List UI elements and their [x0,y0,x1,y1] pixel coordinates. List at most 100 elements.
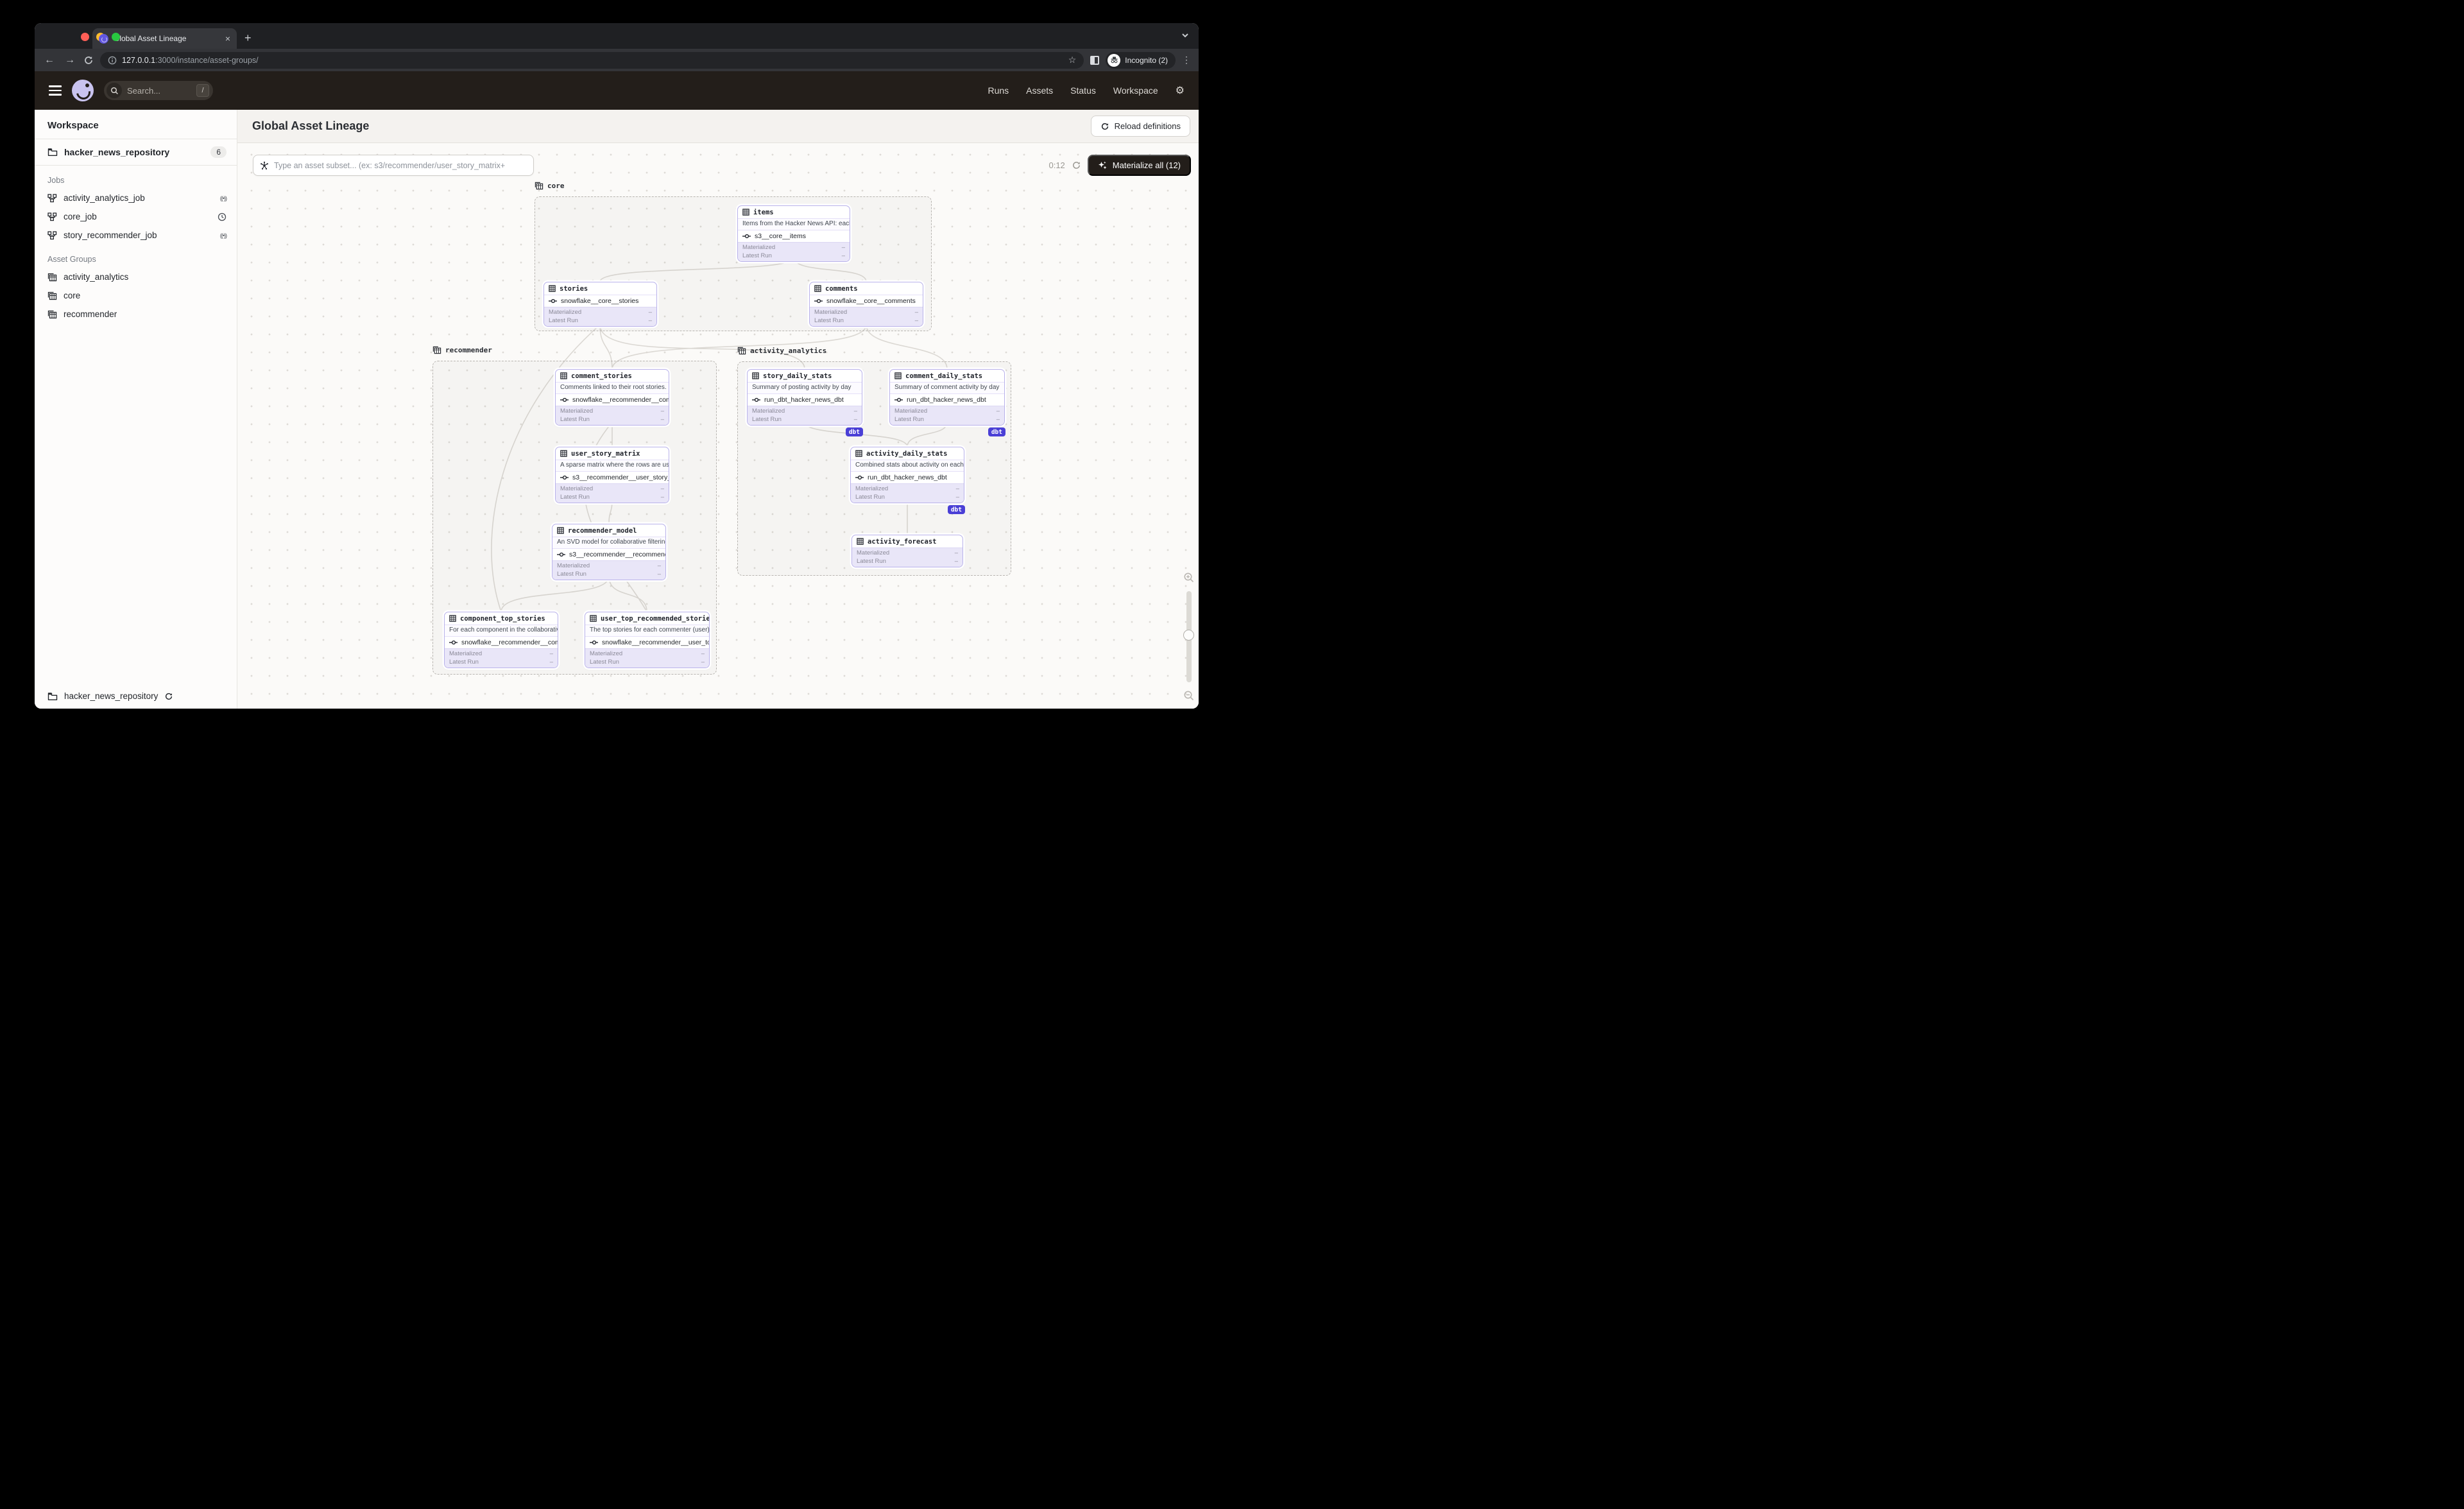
refresh-graph-icon[interactable] [1072,160,1081,170]
zoom-in-icon[interactable] [1183,572,1195,583]
nav-link-workspace[interactable]: Workspace [1113,85,1158,96]
io-manager-icon [814,298,823,304]
close-window-button[interactable] [81,33,89,41]
zoom-out-icon[interactable] [1183,690,1195,702]
asset-name: activity_daily_stats [866,449,948,458]
asset-node-activity-forecast[interactable]: activity_forecast Materialized – Latest R… [851,535,963,567]
asset-node-items[interactable]: items Items from the Hacker News API: ea… [737,205,850,262]
sidebar-item-activity-analytics-job[interactable]: activity_analytics_job ((•)) [35,189,237,207]
sidebar-item-group-core[interactable]: core [35,286,237,305]
asset-group-label-core: core [535,182,565,190]
asset-description: Summary of comment activity by day [890,382,1004,393]
asset-name: comment_daily_stats [905,372,983,380]
search-input[interactable] [127,85,182,96]
refresh-timer: 0:12 [1048,160,1065,170]
hamburger-menu-icon[interactable] [49,85,62,96]
asset-node-recommender-model[interactable]: recommender_model An SVD model for colla… [552,524,666,580]
chevron-down-icon[interactable] [1181,31,1190,40]
sidebar-item-group-activity-analytics[interactable]: activity_analytics [35,268,237,286]
settings-gear-icon[interactable]: ⚙ [1176,84,1185,97]
nav-link-assets[interactable]: Assets [1026,85,1053,96]
asset-group-icon [47,310,57,318]
side-panel-icon[interactable] [1090,55,1100,65]
desktop-background: Global Asset Lineage × + ← → 127.0.0.1:3… [0,0,2464,1509]
asset-node-component-top-stories[interactable]: component_top_stories For each component… [444,612,558,668]
address-bar[interactable]: 127.0.0.1:3000/instance/asset-groups/ ☆ [100,51,1084,69]
asset-group-icon [47,291,57,300]
global-search[interactable]: / [104,81,213,100]
materialize-all-button[interactable]: Materialize all (12) [1087,155,1191,176]
browser-window: Global Asset Lineage × + ← → 127.0.0.1:3… [35,23,1199,709]
repository-row[interactable]: hacker_news_repository 6 [35,139,237,166]
tab-title: Global Asset Lineage [114,34,187,43]
search-icon [107,83,122,98]
tab-close-icon[interactable]: × [225,34,230,43]
asset-subset-input[interactable] [274,160,527,170]
sidebar-item-story-recommender-job[interactable]: story_recommender_job ((•)) [35,226,237,245]
io-manager-icon [742,234,751,239]
back-button[interactable]: ← [42,55,56,66]
dagster-logo[interactable] [72,80,94,101]
repository-count-badge: 6 [210,146,227,158]
incognito-badge[interactable]: Incognito (2) [1106,51,1176,69]
table-icon [560,450,567,457]
zoom-slider-handle[interactable] [1183,630,1194,641]
job-icon [47,193,57,202]
url-host: 127.0.0.1 [122,55,156,65]
asset-description: The top stories for each commenter (user… [585,625,709,636]
nav-links: Runs Assets Status Workspace ⚙ [988,84,1185,97]
asset-group-label-activity-analytics: activity_analytics [737,347,826,355]
asset-kind: snowflake__recommender__componen... [461,639,558,646]
sidebar-footer-repository[interactable]: hacker_news_repository [47,691,173,701]
asset-node-comment-daily-stats[interactable]: comment_daily_stats Summary of comment a… [889,369,1005,436]
asset-node-story-daily-stats[interactable]: story_daily_stats Summary of posting act… [747,369,863,436]
asset-kind: s3__recommender__recommender_mo... [569,551,665,558]
sidebar-item-core-job[interactable]: core_job [35,207,237,226]
table-icon [560,372,567,379]
asset-group-icon [535,182,543,190]
asset-groups-section-heading: Asset Groups [47,255,96,264]
sidebar-item-group-recommender[interactable]: recommender [35,305,237,323]
repository-name: hacker_news_repository [64,147,170,157]
folder-icon [47,148,58,156]
table-icon [449,615,456,622]
browser-tab-strip: Global Asset Lineage × + [35,23,1199,49]
asset-lineage-graph[interactable]: core recommender activity_analytics item… [237,143,1199,709]
table-icon [590,615,597,622]
asset-node-activity-daily-stats[interactable]: activity_daily_stats Combined stats abou… [850,447,965,514]
sensor-icon[interactable]: ((•)) [220,232,227,239]
refresh-icon[interactable] [164,692,173,701]
browser-menu-icon[interactable]: ⋮ [1182,55,1191,65]
asset-node-comment-stories[interactable]: comment_stories Comments linked to their… [555,369,669,426]
reload-definitions-button[interactable]: Reload definitions [1090,116,1190,137]
asset-kind: snowflake__core__stories [561,297,639,305]
maximize-window-button[interactable] [112,33,120,41]
reload-icon [1101,123,1108,130]
sensor-icon[interactable]: ((•)) [220,195,227,202]
nav-link-runs[interactable]: Runs [988,85,1009,96]
job-name: activity_analytics_job [64,193,145,203]
asset-description: Comments linked to their root stories. [556,382,669,393]
asset-node-stories[interactable]: stories snowflake__core__stories Materia… [543,282,657,327]
schedule-clock-icon[interactable] [218,212,227,221]
forward-button[interactable]: → [63,55,77,66]
bookmark-star-icon[interactable]: ☆ [1068,55,1077,65]
asset-kind: snowflake__core__comments [826,297,916,305]
asset-name: component_top_stories [460,614,545,623]
asset-graph-icon [261,161,268,169]
zoom-slider[interactable] [1183,591,1194,682]
reload-page-button[interactable] [83,55,94,65]
asset-name: user_story_matrix [571,449,640,458]
new-tab-button[interactable]: + [244,31,252,45]
asset-description: An SVD model for collaborative filtering… [552,537,665,548]
asset-node-user-top-recommended-stories[interactable]: user_top_recommended_stories The top sto… [585,612,710,668]
dagster-top-nav: / Runs Assets Status Workspace ⚙ [35,71,1199,110]
asset-kind: run_dbt_hacker_news_dbt [868,474,947,481]
nav-link-status[interactable]: Status [1070,85,1096,96]
site-info-icon[interactable] [108,56,117,65]
asset-filter-field[interactable] [253,155,534,176]
asset-kind: run_dbt_hacker_news_dbt [907,396,986,404]
job-icon [47,230,57,239]
asset-node-comments[interactable]: comments snowflake__core__comments Mater… [809,282,923,327]
asset-node-user-story-matrix[interactable]: user_story_matrix A sparse matrix where … [555,447,669,503]
